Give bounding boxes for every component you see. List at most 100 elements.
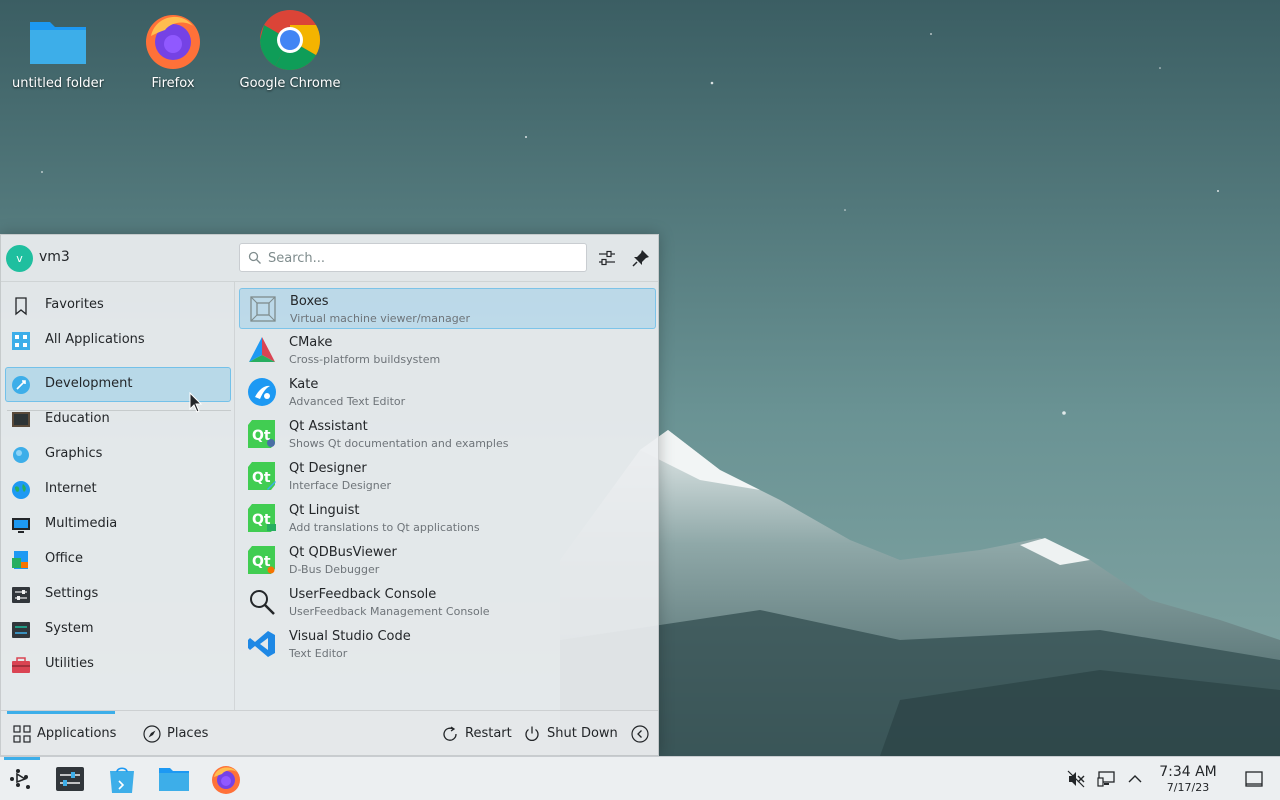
category-internet[interactable]: Internet xyxy=(5,472,231,507)
vscode-icon xyxy=(248,631,275,657)
app-item-qt-linguist[interactable]: Qt Qt Linguist Add translations to Qt ap… xyxy=(239,498,656,539)
show-desktop-icon[interactable] xyxy=(1244,769,1264,789)
app-description: Shows Qt documentation and examples xyxy=(289,437,509,450)
shut-down-button[interactable]: Shut Down xyxy=(517,711,618,756)
category-office[interactable]: Office xyxy=(5,542,231,577)
category-sidebar: Favorites All Applications Development E… xyxy=(1,282,235,710)
application-launcher: v vm3 Favorites xyxy=(0,234,659,756)
category-utilities[interactable]: Utilities xyxy=(5,647,231,682)
volume-muted-icon[interactable] xyxy=(1066,769,1086,789)
development-icon xyxy=(12,376,30,394)
desktop-icon-label: Firefox xyxy=(151,76,195,91)
discover-icon[interactable] xyxy=(106,763,138,795)
folder-icon xyxy=(30,22,86,64)
graphics-icon xyxy=(13,447,29,463)
qt-designer-icon: Qt xyxy=(248,462,276,490)
app-name: UserFeedback Console xyxy=(289,587,437,602)
kate-icon xyxy=(248,378,276,406)
qt-assistant-icon: Qt xyxy=(248,420,275,448)
category-label: Education xyxy=(45,411,110,426)
category-favorites[interactable]: Favorites xyxy=(5,288,231,323)
clock-time[interactable]: 7:34 AM xyxy=(1150,764,1226,780)
app-description: Add translations to Qt applications xyxy=(289,521,480,534)
configure-icon[interactable] xyxy=(596,247,618,269)
desktop-icon-firefox[interactable]: Firefox xyxy=(115,8,231,91)
app-item-userfeedback-console[interactable]: UserFeedback Console UserFeedback Manage… xyxy=(239,582,656,623)
desktop-icon-untitled-folder[interactable]: untitled folder xyxy=(0,8,116,91)
tab-places[interactable]: Places xyxy=(137,711,217,756)
system-icon xyxy=(12,622,30,638)
category-settings[interactable]: Settings xyxy=(5,577,231,612)
svg-text:Qt: Qt xyxy=(252,554,271,570)
dolphin-icon[interactable] xyxy=(158,763,190,795)
all-apps-icon xyxy=(12,332,30,350)
app-launcher-icon[interactable] xyxy=(6,763,38,795)
leave-more-button[interactable] xyxy=(625,711,653,756)
app-item-cmake[interactable]: CMake Cross-platform buildsystem xyxy=(239,330,656,371)
bookmark-icon xyxy=(15,297,27,316)
system-settings-icon[interactable] xyxy=(54,763,86,795)
app-description: UserFeedback Management Console xyxy=(289,605,490,618)
category-label: Settings xyxy=(45,586,99,601)
search-input[interactable] xyxy=(268,248,578,268)
cmake-icon xyxy=(249,337,275,362)
avatar[interactable]: v xyxy=(6,245,33,272)
category-label: Favorites xyxy=(45,297,104,312)
taskbar: 7:34 AM 7/17/23 xyxy=(0,756,1280,800)
app-name: Kate xyxy=(289,377,319,392)
category-multimedia[interactable]: Multimedia xyxy=(5,507,231,542)
chrome-icon xyxy=(260,10,321,71)
firefox-icon[interactable] xyxy=(210,763,242,795)
firefox-icon xyxy=(146,15,200,69)
category-label: All Applications xyxy=(45,332,145,347)
svg-text:Qt: Qt xyxy=(252,470,271,486)
restart-button[interactable]: Restart xyxy=(435,711,515,756)
multimedia-icon xyxy=(12,518,30,533)
search-icon xyxy=(248,251,261,264)
desktop-icon-label: Google Chrome xyxy=(239,76,341,91)
app-name: CMake xyxy=(289,335,333,350)
tab-applications[interactable]: Applications xyxy=(7,711,117,756)
app-name: Qt Linguist xyxy=(289,503,360,518)
chevron-left-icon xyxy=(631,725,649,743)
applications-grid-icon xyxy=(13,725,31,743)
pin-icon[interactable] xyxy=(630,247,652,269)
power-icon xyxy=(525,726,539,741)
app-description: Virtual machine viewer/manager xyxy=(290,312,470,325)
network-icon[interactable] xyxy=(1097,769,1117,789)
internet-icon xyxy=(12,481,30,499)
app-description: Cross-platform buildsystem xyxy=(289,353,441,366)
office-icon xyxy=(12,551,28,569)
app-description: D-Bus Debugger xyxy=(289,563,380,576)
category-label: Graphics xyxy=(45,446,103,461)
education-icon xyxy=(12,412,30,427)
app-item-visual-studio-code[interactable]: Visual Studio Code Text Editor xyxy=(239,624,656,665)
category-label: Utilities xyxy=(45,656,94,671)
compass-icon xyxy=(143,725,161,743)
search-field[interactable] xyxy=(239,243,587,272)
app-item-qt-assistant[interactable]: Qt Qt Assistant Shows Qt documentation a… xyxy=(239,414,656,455)
category-label: Multimedia xyxy=(45,516,118,531)
app-description: Text Editor xyxy=(289,647,348,660)
username[interactable]: vm3 xyxy=(39,249,70,265)
app-name: Visual Studio Code xyxy=(289,629,411,644)
launcher-footer: Applications Places Restart Shut Down xyxy=(1,710,658,755)
clock-date[interactable]: 7/17/23 xyxy=(1150,781,1226,794)
app-item-kate[interactable]: Kate Advanced Text Editor xyxy=(239,372,656,413)
desktop-icon-google-chrome[interactable]: Google Chrome xyxy=(232,8,348,91)
tray-expand-icon[interactable] xyxy=(1125,769,1145,789)
launcher-header: v vm3 xyxy=(1,235,658,282)
magnifier-icon xyxy=(250,590,275,615)
category-label: System xyxy=(45,621,94,636)
category-all-applications[interactable]: All Applications xyxy=(5,323,231,358)
app-description: Interface Designer xyxy=(289,479,392,492)
category-graphics[interactable]: Graphics xyxy=(5,437,231,472)
category-system[interactable]: System xyxy=(5,612,231,647)
app-item-qt-designer[interactable]: Qt Qt Designer Interface Designer xyxy=(239,456,656,497)
app-item-qt-qdbusviewer[interactable]: Qt Qt QDBusViewer D-Bus Debugger xyxy=(239,540,656,581)
qt-qdbusviewer-icon: Qt xyxy=(248,546,275,574)
settings-icon xyxy=(12,587,30,603)
app-item-boxes[interactable]: Boxes Virtual machine viewer/manager xyxy=(239,288,656,329)
app-name: Qt Designer xyxy=(289,461,367,476)
tab-label: Applications xyxy=(37,726,117,741)
